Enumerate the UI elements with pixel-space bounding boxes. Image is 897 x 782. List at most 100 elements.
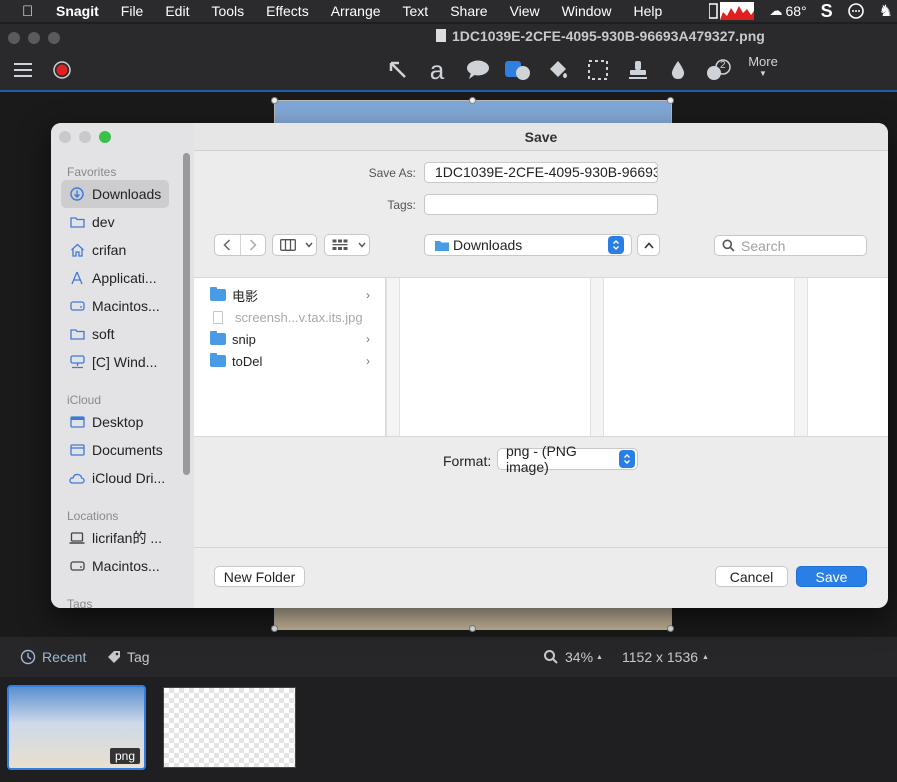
tags-field[interactable] <box>424 194 658 215</box>
save-as-field[interactable]: 1DC1039E-2CFE-4095-930B-96693A479327.png <box>424 162 658 183</box>
fill-tool-icon[interactable] <box>544 56 572 84</box>
window-zoom-button[interactable] <box>48 32 60 44</box>
list-item[interactable]: toDel › <box>210 351 370 371</box>
cloud-icon <box>69 471 85 485</box>
editor-toolbar: a 2 More ▼ <box>0 50 897 92</box>
file-name: 电影 <box>232 288 259 304</box>
menu-arrange[interactable]: Arrange <box>331 3 381 19</box>
sidebar-item-label: Desktop <box>92 414 144 430</box>
dialog-zoom-button[interactable] <box>99 131 111 143</box>
resize-handle-top-left[interactable] <box>271 97 278 104</box>
location-popup[interactable]: Downloads <box>424 234 632 256</box>
menu-bar:  Snagit File Edit Tools Effects Arrange… <box>0 0 897 22</box>
more-button[interactable]: More ▼ <box>748 54 778 79</box>
list-item: screensh...v.tax.its.jpg <box>210 307 370 327</box>
sidebar-item-documents[interactable]: Documents <box>61 436 169 464</box>
sidebar-item-label: licrifan的 ... <box>92 530 163 546</box>
zoom-control[interactable]: 34% ▲ <box>543 649 603 665</box>
cpu-monitor-icon[interactable] <box>709 2 755 20</box>
new-folder-button[interactable]: New Folder <box>214 566 305 587</box>
view-mode-button[interactable] <box>272 234 317 256</box>
menu-edit[interactable]: Edit <box>165 3 189 19</box>
callout-tool-icon[interactable] <box>464 56 492 84</box>
collapse-button[interactable] <box>637 234 660 256</box>
list-item[interactable]: 电影 › <box>210 285 370 305</box>
stamp-tool-icon[interactable] <box>624 56 652 84</box>
chevron-up-icon: ▲ <box>702 653 709 661</box>
shape-tool-icon[interactable] <box>503 56 531 84</box>
column-divider[interactable] <box>794 278 808 436</box>
menu-effects[interactable]: Effects <box>266 3 309 19</box>
file-name: toDel <box>232 353 263 369</box>
weather-status[interactable]: ☁ 68° <box>769 3 806 19</box>
file-name: snip <box>232 331 256 347</box>
sidebar-item-desktop[interactable]: Desktop <box>61 408 169 436</box>
sidebar-item-macintosh-hd-location[interactable]: Macintos... <box>61 552 169 580</box>
sidebar-item-dev[interactable]: dev <box>61 208 169 236</box>
chevron-down-icon <box>302 235 316 255</box>
list-item[interactable]: snip › <box>210 329 370 349</box>
dimensions-control[interactable]: 1152 x 1536 ▲ <box>622 649 709 665</box>
back-button[interactable] <box>215 235 241 255</box>
format-popup[interactable]: png - (PNG image) <box>497 443 638 475</box>
tags-label: Tags: <box>387 198 416 212</box>
menu-share[interactable]: Share <box>450 3 487 19</box>
menu-hamburger-icon[interactable] <box>9 56 37 84</box>
sidebar-section-icloud: iCloud <box>67 393 102 407</box>
arrow-tool-icon[interactable] <box>384 56 412 84</box>
cancel-button[interactable]: Cancel <box>715 566 788 587</box>
record-icon[interactable] <box>48 56 76 84</box>
menu-text[interactable]: Text <box>403 3 429 19</box>
sidebar-item-macintosh-hd[interactable]: Macintos... <box>61 292 169 320</box>
sidebar-scrollbar[interactable] <box>183 153 190 475</box>
search-field[interactable]: Search <box>714 235 867 256</box>
desktop-icon <box>69 415 85 429</box>
window-close-button[interactable] <box>8 32 20 44</box>
chevron-right-icon <box>249 239 257 251</box>
window-title-bar: 1DC1039E-2CFE-4095-930B-96693A479327.png <box>0 24 897 50</box>
sidebar-item-label: crifan <box>92 242 127 258</box>
menu-help[interactable]: Help <box>633 3 662 19</box>
blur-tool-icon[interactable] <box>664 56 692 84</box>
s-app-icon[interactable]: S <box>821 1 833 22</box>
chat-icon[interactable] <box>847 2 865 20</box>
column-divider[interactable] <box>590 278 604 436</box>
tag-button[interactable]: Tag <box>106 649 150 665</box>
window-minimize-button[interactable] <box>28 32 40 44</box>
save-button[interactable]: Save <box>796 566 867 587</box>
forward-button[interactable] <box>241 235 266 255</box>
sidebar-item-icloud-drive[interactable]: iCloud Dri... <box>61 464 169 492</box>
sidebar: Favorites Downloads dev crifan Applicati… <box>51 123 194 608</box>
resize-handle-bottom-right[interactable] <box>667 625 674 632</box>
group-by-button[interactable] <box>324 234 370 256</box>
sidebar-item-c-windows[interactable]: [C] Wind... <box>61 348 169 376</box>
resize-handle-bottom-left[interactable] <box>271 625 278 632</box>
rocking-horse-icon[interactable]: ♞ <box>879 1 893 21</box>
menu-view[interactable]: View <box>510 3 540 19</box>
sidebar-item-crifan[interactable]: crifan <box>61 236 169 264</box>
step-tool-icon[interactable]: 2 <box>704 56 732 84</box>
menu-window[interactable]: Window <box>562 3 612 19</box>
thumbnail-selected[interactable]: png <box>7 685 146 770</box>
sidebar-item-this-mac[interactable]: licrifan的 ... <box>61 524 169 552</box>
text-tool-icon[interactable]: a <box>423 55 451 85</box>
apple-menu-icon[interactable]:  <box>22 3 42 20</box>
sidebar-item-label: dev <box>92 214 115 230</box>
thumbnail-transparent[interactable] <box>163 687 296 768</box>
resize-handle-top[interactable] <box>469 97 476 104</box>
recent-button[interactable]: Recent <box>20 649 86 665</box>
sidebar-item-downloads[interactable]: Downloads <box>61 180 169 208</box>
grid-view-icon <box>325 235 355 255</box>
menu-file[interactable]: File <box>121 3 144 19</box>
menu-tools[interactable]: Tools <box>211 3 244 19</box>
sidebar-item-applications[interactable]: Applicati... <box>61 264 169 292</box>
resize-handle-top-right[interactable] <box>667 97 674 104</box>
menu-app-name[interactable]: Snagit <box>56 3 99 19</box>
sidebar-item-soft[interactable]: soft <box>61 320 169 348</box>
column-divider[interactable] <box>386 278 400 436</box>
dialog-close-button[interactable] <box>59 131 71 143</box>
selection-tool-icon[interactable] <box>584 56 612 84</box>
dialog-minimize-button[interactable] <box>79 131 91 143</box>
resize-handle-bottom[interactable] <box>469 625 476 632</box>
chevron-up-icon <box>638 235 659 255</box>
